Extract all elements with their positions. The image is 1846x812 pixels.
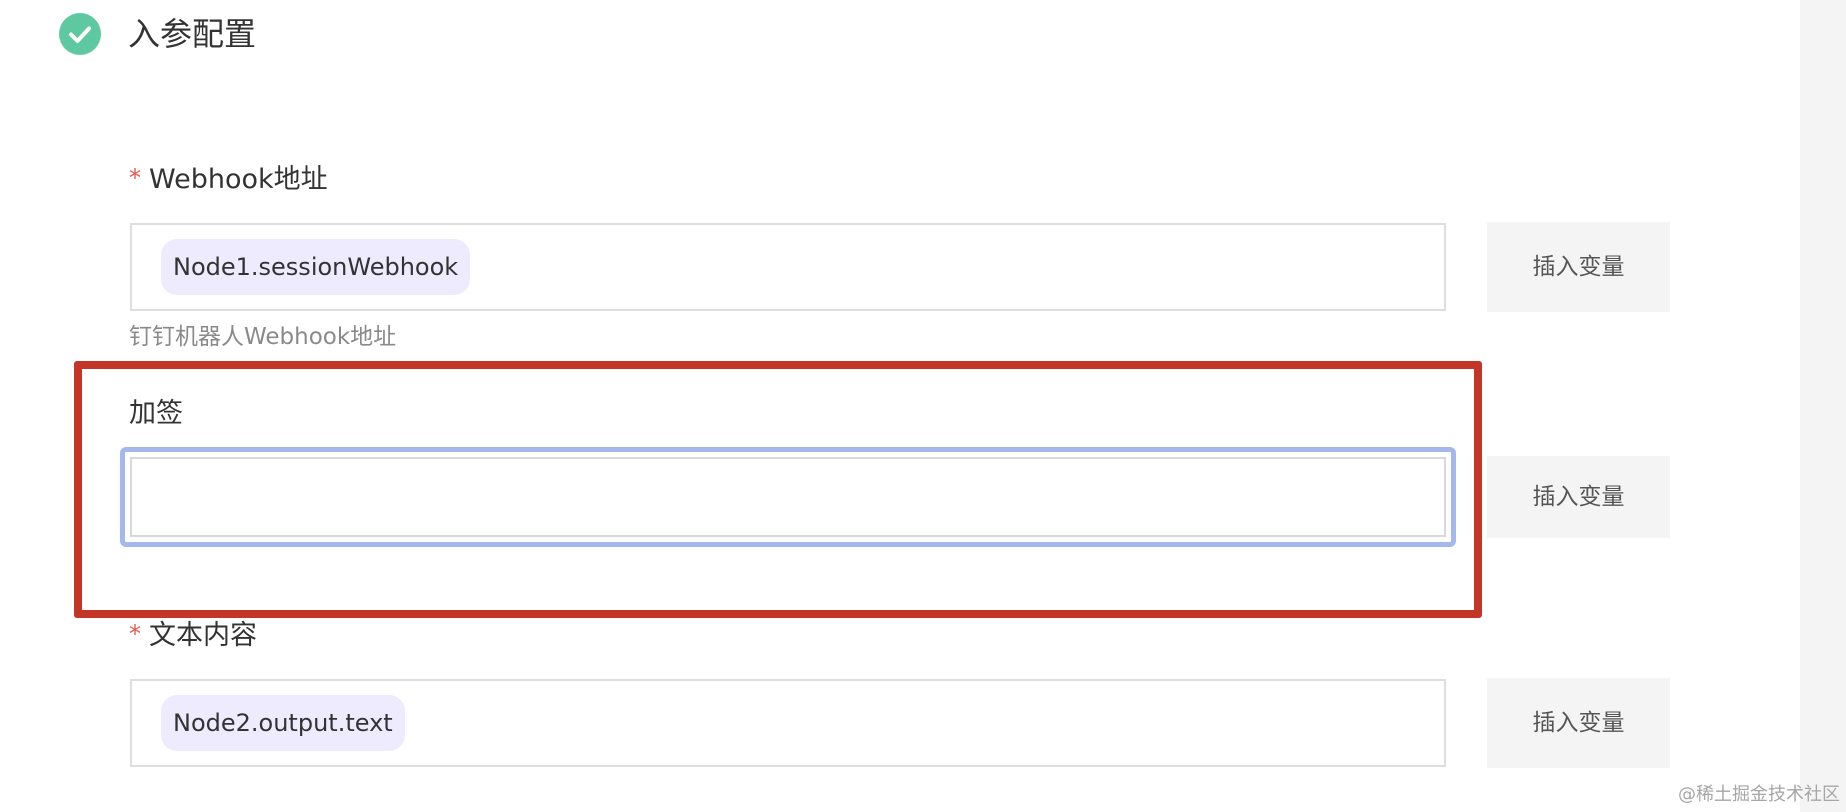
webhook-insert-variable-button[interactable]: 插入变量 [1487, 222, 1670, 312]
text-insert-variable-button[interactable]: 插入变量 [1487, 678, 1670, 768]
watermark: @稀土掘金技术社区 [1678, 784, 1840, 805]
required-mark: * [129, 164, 141, 192]
webhook-input[interactable]: Node1.sessionWebhook [130, 223, 1446, 311]
check-circle-icon [59, 13, 101, 55]
section-title: 入参配置 [128, 15, 257, 53]
webhook-label-text: Webhook地址 [149, 164, 328, 195]
text-variable-tag[interactable]: Node2.output.text [161, 695, 405, 751]
webhook-hint: 钉钉机器人Webhook地址 [129, 324, 397, 350]
scroll-gutter [1800, 0, 1846, 812]
required-mark: * [129, 620, 141, 648]
sign-field-label: 加签 [129, 398, 183, 429]
text-content-input[interactable]: Node2.output.text [130, 679, 1446, 767]
sign-insert-variable-button[interactable]: 插入变量 [1487, 456, 1670, 538]
text-field-label: * 文本内容 [129, 618, 257, 654]
webhook-variable-tag[interactable]: Node1.sessionWebhook [161, 239, 471, 295]
sign-input[interactable] [130, 457, 1446, 537]
webhook-field-label: * Webhook地址 [129, 162, 328, 198]
text-label-text: 文本内容 [149, 620, 257, 651]
